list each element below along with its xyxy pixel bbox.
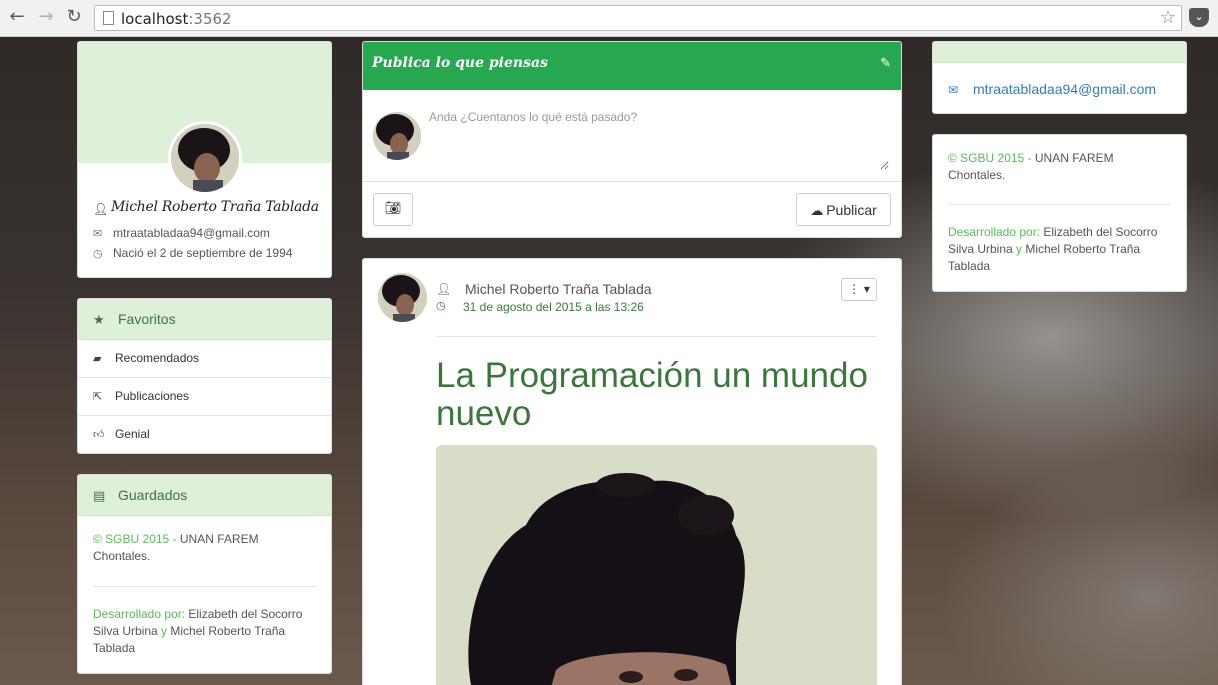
- post-avatar[interactable]: [378, 273, 427, 322]
- post-card: 👤︎ Michel Roberto Traña Tablada ◷ 31 de …: [362, 258, 902, 685]
- contact-email[interactable]: mtraatabladaa94@gmail.com: [973, 81, 1156, 97]
- profile-avatar[interactable]: [168, 121, 242, 195]
- saved-header: ▤ Guardados: [78, 475, 331, 516]
- post-divider: [436, 336, 877, 337]
- camera-button[interactable]: 📷︎: [373, 193, 413, 226]
- user-icon: 👤︎: [436, 282, 452, 296]
- thumbs-up-icon: 👍︎: [93, 428, 105, 441]
- profile-email-row: ✉ mtraatabladaa94@gmail.com: [93, 226, 270, 240]
- copyright-prefix: © SGBU 2015 -: [948, 151, 1035, 165]
- clock-icon: ◷: [436, 299, 446, 312]
- address-bar[interactable]: localhost:3562 ☆: [94, 5, 1182, 31]
- contact-header: [933, 42, 1186, 63]
- envelope-icon: ✉: [948, 83, 959, 97]
- clock-icon: ◷: [93, 247, 103, 260]
- right-developers: Desarrollado por: Elizabeth del Socorro …: [948, 224, 1173, 275]
- compose-avatar: [373, 112, 421, 160]
- briefcase-icon: ▰: [93, 352, 102, 365]
- dev-separator: y: [1012, 242, 1026, 256]
- url-host: localhost: [121, 10, 189, 28]
- profile-birth-row: ◷ Nació el 2 de septiembre de 1994: [93, 246, 292, 260]
- divider: [93, 586, 316, 587]
- bookmark-star-icon[interactable]: ☆: [1160, 7, 1176, 28]
- publish-label: Publicar: [826, 202, 877, 218]
- profile-card: 👤︎ Michel Roberto Traña Tablada ✉ mtraata…: [77, 41, 332, 278]
- star-icon: ★: [93, 313, 105, 328]
- saved-developers: Desarrollado por: Elizabeth del Socorro …: [93, 606, 318, 657]
- contact-email-row[interactable]: ✉ mtraatabladaa94@gmail.com: [948, 81, 1156, 97]
- url-port: :3562: [188, 10, 232, 28]
- reload-icon[interactable]: ↻: [63, 6, 85, 28]
- envelope-icon: ✉: [93, 227, 103, 240]
- dev-separator: y: [157, 624, 171, 638]
- page-icon: [103, 11, 114, 25]
- compose-header: Publica lo que piensas: [363, 42, 901, 90]
- divider: [948, 204, 1171, 205]
- compose-textarea[interactable]: [429, 110, 889, 170]
- edit-icon[interactable]: ✎: [880, 56, 891, 71]
- post-options-button[interactable]: ⋮ ▾: [841, 278, 877, 301]
- right-footer-panel: © SGBU 2015 - UNAN FAREM Chontales. Desa…: [932, 134, 1187, 292]
- cloud-upload-icon: ☁: [810, 204, 824, 219]
- user-icon: 👤︎: [93, 202, 109, 216]
- profile-name[interactable]: Michel Roberto Traña Tablada: [111, 199, 319, 215]
- compose-panel: Publica lo que piensas ✎ 📷︎ ☁Publicar: [362, 41, 902, 238]
- compose-divider: [363, 181, 901, 182]
- publish-button[interactable]: ☁ Publicar: [796, 193, 891, 226]
- favorites-header: ★ Favoritos: [78, 299, 331, 340]
- saved-panel: ▤ Guardados © SGBU 2015 - UNAN FAREM Chon…: [77, 474, 332, 674]
- dev-label: Desarrollado por:: [948, 225, 1044, 239]
- list-item-label: Genial: [115, 427, 150, 441]
- list-icon: ▤: [93, 489, 106, 504]
- dev-label: Desarrollado por:: [93, 607, 189, 621]
- url-text[interactable]: localhost:3562: [121, 10, 232, 28]
- profile-email: mtraatabladaa94@gmail.com: [113, 226, 270, 240]
- favorites-panel: ★ Favoritos ▰ Recomendados ⇱ Publicaciones …: [77, 298, 332, 454]
- camera-icon: 📷︎: [384, 201, 402, 216]
- profile-birth: Nació el 2 de septiembre de 1994: [113, 246, 293, 260]
- post-author[interactable]: Michel Roberto Traña Tablada: [465, 281, 652, 297]
- saved-title: Guardados: [118, 487, 188, 503]
- pocket-icon[interactable]: ⌄: [1189, 8, 1209, 27]
- share-icon: ⇱: [93, 390, 103, 403]
- list-item-label: Recomendados: [115, 351, 200, 365]
- forward-arrow-icon[interactable]: →: [35, 6, 57, 28]
- copyright-prefix: © SGBU 2015 -: [93, 532, 180, 546]
- post-title: La Programación un mundo nuevo: [436, 356, 868, 433]
- browser-toolbar: ← → ↻ localhost:3562 ☆ ⌄: [0, 0, 1218, 37]
- favorites-item-publicaciones[interactable]: ⇱ Publicaciones: [78, 378, 331, 416]
- favorites-item-genial[interactable]: 👍︎ Genial: [78, 416, 331, 453]
- right-copyright: © SGBU 2015 - UNAN FAREM Chontales.: [948, 150, 1173, 184]
- post-date: 31 de agosto del 2015 a las 13:26: [463, 300, 644, 314]
- saved-copyright: © SGBU 2015 - UNAN FAREM Chontales.: [93, 531, 318, 565]
- back-arrow-icon[interactable]: ←: [6, 6, 28, 28]
- contact-panel: ✉ mtraatabladaa94@gmail.com: [932, 41, 1187, 114]
- post-image[interactable]: [436, 445, 877, 685]
- compose-title: Publica lo que piensas: [372, 55, 548, 71]
- list-item-label: Publicaciones: [115, 389, 190, 403]
- favorites-item-recomendados[interactable]: ▰ Recomendados: [78, 340, 331, 378]
- favorites-title: Favoritos: [118, 311, 176, 327]
